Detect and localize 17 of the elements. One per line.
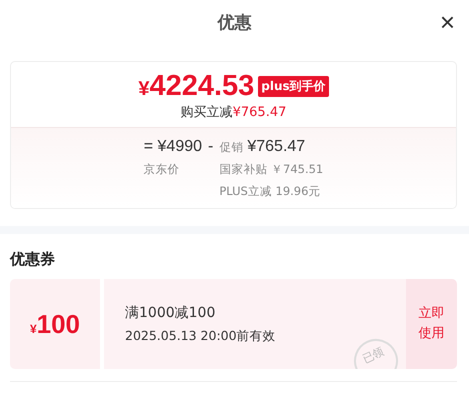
discount-detail: PLUS立减 19.96元 (219, 183, 320, 200)
coupon-amount: ¥100 (30, 308, 80, 340)
section-heading: 优惠券 (10, 250, 56, 269)
base-price: = ¥4990 (144, 138, 202, 156)
discount-detail: 国家补贴 ￥745.51 (219, 161, 324, 178)
promo-label: 促销 (219, 139, 244, 156)
dialog-title: 优惠 (218, 12, 252, 34)
coupon-validity: 2025.05.13 20:00前有效 (125, 328, 277, 344)
promo-value: ¥765.47 (247, 138, 306, 156)
use-now-button[interactable]: 立即使用 (406, 279, 457, 369)
close-button[interactable]: × (436, 8, 459, 36)
coupon-rule: 满1000减100 (125, 304, 216, 322)
minus-sign: - (208, 138, 214, 157)
saving-text: 购买立减¥765.47 (180, 104, 286, 121)
price-badge: plus到手价 (258, 76, 329, 97)
base-price-label: 京东价 (144, 161, 180, 178)
final-price: ¥4224.53 (138, 70, 254, 103)
